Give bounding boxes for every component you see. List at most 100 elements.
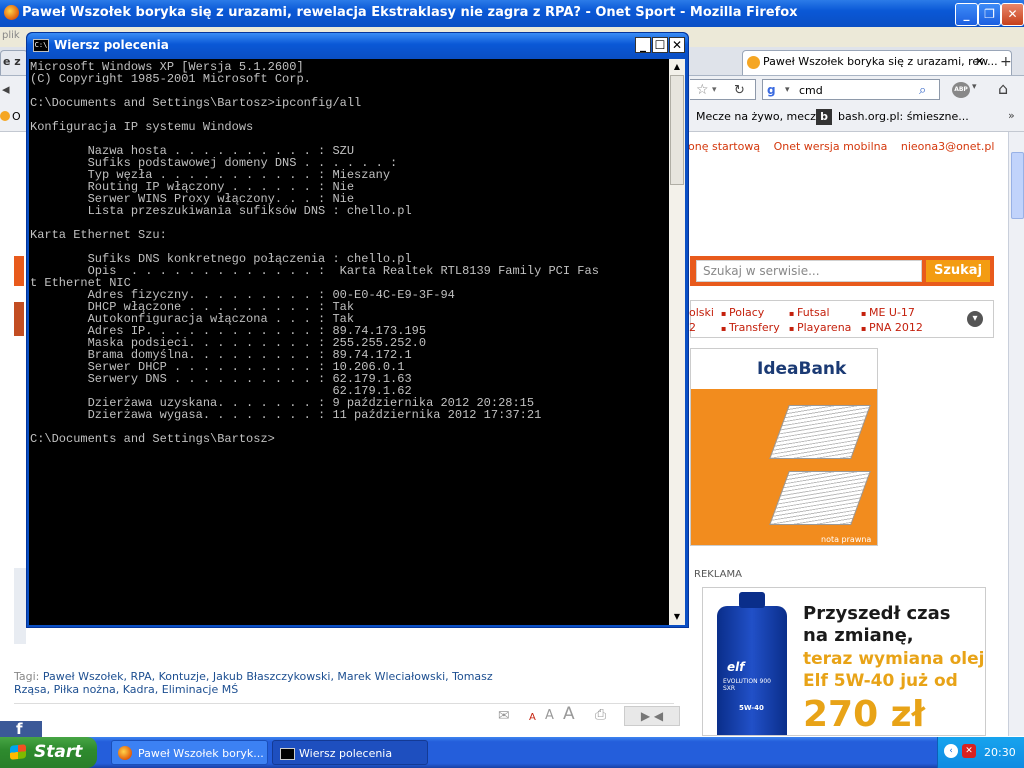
menu-fragment[interactable]: plik bbox=[2, 30, 20, 41]
taskbar-firefox[interactable]: Paweł Wszołek boryk... bbox=[111, 740, 268, 765]
font-medium-button[interactable]: A bbox=[545, 708, 554, 723]
firefox-minimize-button[interactable]: _ bbox=[955, 3, 978, 26]
category-2[interactable]: 2 bbox=[689, 321, 696, 334]
category-futsal[interactable]: Futsal bbox=[789, 306, 830, 319]
share-arrows[interactable]: ▶ ◀ bbox=[624, 706, 680, 726]
back-arrow-icon[interactable]: ◂ bbox=[2, 80, 10, 98]
elf-ad-line1: Przyszedł czas bbox=[803, 603, 951, 624]
bookmark-star-icon[interactable]: ☆ bbox=[696, 80, 709, 101]
site-search-input[interactable]: Szukaj w serwisie... bbox=[696, 260, 922, 282]
cmd-scroll-up-icon[interactable]: ▲ bbox=[669, 59, 685, 75]
elf-ad-price: 270 zł bbox=[803, 694, 925, 735]
taskbar-cmd-icon bbox=[280, 748, 295, 760]
adblock-dropdown-icon[interactable]: ▾ bbox=[972, 82, 977, 92]
bookmark-mecze[interactable]: Mecze na żywo, mecz... bbox=[696, 110, 826, 123]
tags-section: Tagi: Paweł Wszołek, RPA, Kontuzje, Jaku… bbox=[14, 670, 534, 696]
stack-icon-1 bbox=[769, 405, 871, 459]
article-divider bbox=[14, 703, 674, 704]
dropmarker-icon[interactable]: ▾ bbox=[712, 80, 717, 101]
page-scrollbar[interactable] bbox=[1008, 132, 1024, 736]
tab-close-icon[interactable]: ✕ bbox=[975, 51, 984, 73]
bookmark-left-fragment[interactable]: O bbox=[12, 110, 21, 123]
top-links: onę startową Onet wersja mobilna nieona3… bbox=[688, 140, 994, 153]
bookmarks-overflow-icon[interactable]: » bbox=[1008, 109, 1015, 122]
tab-left-label: e z bbox=[3, 55, 21, 68]
bottle-model: EVOLUTION 900 SXR bbox=[723, 678, 771, 692]
cmd-scroll-down-icon[interactable]: ▼ bbox=[669, 609, 685, 625]
top-link-start[interactable]: onę startową bbox=[688, 140, 760, 153]
ideabank-ad[interactable]: IdeaBank nota prawna bbox=[690, 348, 878, 546]
top-link-user[interactable]: nieona3@onet.pl bbox=[901, 140, 995, 153]
ideabank-logo: IdeaBank bbox=[757, 359, 847, 379]
cmd-title: Wiersz polecenia bbox=[54, 38, 169, 52]
left-orange-bar bbox=[14, 256, 24, 286]
home-icon[interactable]: ⌂ bbox=[998, 79, 1008, 98]
reload-icon[interactable]: ↻ bbox=[734, 80, 745, 101]
reklama-label: REKLAMA bbox=[694, 569, 742, 580]
system-tray: ‹ ✕ 20:30 bbox=[937, 737, 1024, 768]
firefox-maximize-button[interactable]: ❐ bbox=[978, 3, 1001, 26]
left-red-block bbox=[14, 302, 24, 336]
page-scrollbar-thumb[interactable] bbox=[1011, 152, 1024, 219]
cmd-window: C:\ Wiersz polecenia _ ☐ ✕ Microsoft Win… bbox=[26, 32, 689, 628]
clock[interactable]: 20:30 bbox=[984, 746, 1016, 759]
cmd-scrollbar[interactable]: ▲ ▼ bbox=[669, 59, 685, 625]
left-article-edge bbox=[14, 568, 26, 644]
site-search-button[interactable]: Szukaj bbox=[926, 260, 990, 282]
tab-onet-sport[interactable]: Paweł Wszołek boryka się z urazami, rew.… bbox=[742, 50, 1012, 75]
cmd-scroll-thumb[interactable] bbox=[670, 75, 684, 185]
tags-line2[interactable]: Rząsa, Piłka nożna, Kadra, Eliminacje MŚ bbox=[14, 683, 238, 696]
google-icon: g bbox=[767, 83, 776, 97]
security-shield-icon[interactable]: ✕ bbox=[962, 744, 976, 758]
new-tab-button[interactable]: + bbox=[1000, 54, 1012, 70]
cmd-close-button[interactable]: ✕ bbox=[669, 37, 685, 53]
search-magnifier-icon[interactable]: ⌕ bbox=[919, 80, 926, 101]
cmd-title-bar[interactable]: C:\ Wiersz polecenia _ ☐ ✕ bbox=[27, 33, 688, 58]
font-large-button[interactable]: A bbox=[563, 704, 575, 724]
adblock-icon[interactable]: ABP bbox=[952, 82, 970, 98]
category-me-u17[interactable]: ME U-17 bbox=[861, 306, 915, 319]
elf-ad-line4: Elf 5W-40 już od bbox=[803, 671, 958, 691]
tab-left-fragment[interactable]: e z bbox=[0, 50, 28, 75]
url-bar-end[interactable]: ☆ ▾ ↻ bbox=[690, 79, 756, 100]
category-playarena[interactable]: Playarena bbox=[789, 321, 851, 334]
taskbar: Start Paweł Wszołek boryk... Wiersz pole… bbox=[0, 737, 1024, 768]
bookmark-bash[interactable]: bash.org.pl: śmieszne... bbox=[838, 110, 969, 123]
tab-onet-sport-label: Paweł Wszołek boryka się z urazami, rew.… bbox=[763, 55, 998, 68]
search-input[interactable]: g ▾ cmd ⌕ bbox=[762, 79, 940, 100]
ideabank-nota-prawna[interactable]: nota prawna bbox=[821, 535, 871, 544]
category-polacy[interactable]: Polacy bbox=[721, 306, 764, 319]
elf-ad[interactable]: elf EVOLUTION 900 SXR 5W-40 Przyszedł cz… bbox=[702, 587, 986, 736]
search-value: cmd bbox=[799, 84, 823, 97]
taskbar-cmd-label: Wiersz polecenia bbox=[299, 747, 393, 760]
font-small-button[interactable]: A bbox=[529, 712, 536, 723]
category-transfery[interactable]: Transfery bbox=[721, 321, 780, 334]
search-engine-dropdown-icon[interactable]: ▾ bbox=[785, 80, 790, 101]
facebook-icon[interactable]: f bbox=[0, 721, 42, 737]
cmd-maximize-button[interactable]: ☐ bbox=[652, 37, 668, 53]
email-icon[interactable]: ✉ bbox=[498, 708, 510, 724]
firefox-close-button[interactable]: ✕ bbox=[1001, 3, 1024, 26]
windows-logo-icon bbox=[10, 744, 26, 760]
elf-ad-line3: teraz wymiana oleju bbox=[803, 649, 986, 669]
cmd-minimize-button[interactable]: _ bbox=[635, 37, 651, 53]
category-more-arrow-icon[interactable]: ▾ bbox=[967, 311, 983, 327]
onet-favicon bbox=[747, 56, 760, 69]
bottle-brand: elf bbox=[727, 660, 745, 674]
taskbar-cmd[interactable]: Wiersz polecenia bbox=[272, 740, 428, 765]
taskbar-firefox-icon bbox=[118, 746, 132, 760]
category-pna-2012[interactable]: PNA 2012 bbox=[861, 321, 923, 334]
elf-bottle: elf EVOLUTION 900 SXR 5W-40 bbox=[717, 592, 787, 735]
top-link-mobile[interactable]: Onet wersja mobilna bbox=[774, 140, 888, 153]
tray-expand-icon[interactable]: ‹ bbox=[944, 744, 958, 758]
print-icon[interactable]: ⎙ bbox=[595, 707, 606, 723]
cmd-icon: C:\ bbox=[33, 39, 49, 52]
tags-line1[interactable]: Paweł Wszołek, RPA, Kontuzje, Jakub Błas… bbox=[43, 670, 493, 683]
start-button[interactable]: Start bbox=[0, 737, 97, 768]
stack-icon-2 bbox=[769, 471, 871, 525]
category-olski[interactable]: olski bbox=[689, 306, 714, 319]
tags-label: Tagi: bbox=[14, 670, 40, 683]
firefox-window-title: Paweł Wszołek boryka się z urazami, rewe… bbox=[22, 5, 798, 20]
console-output[interactable]: Microsoft Windows XP [Wersja 5.1.2600] (… bbox=[29, 59, 669, 625]
ideabank-header: IdeaBank bbox=[691, 349, 877, 389]
